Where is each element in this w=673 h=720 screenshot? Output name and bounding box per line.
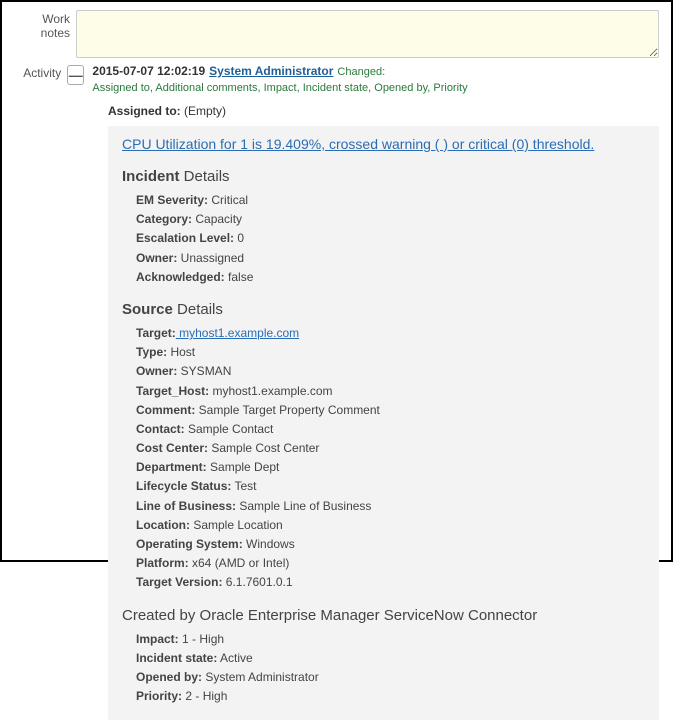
field-row: Operating System: Windows — [136, 535, 645, 554]
field-value: Windows — [243, 537, 295, 551]
source-details-title: Source Details — [122, 301, 645, 318]
field-name: Type: — [136, 345, 167, 359]
source-fields: Target: myhost1.example.comType: HostOwn… — [122, 324, 645, 593]
field-name: Contact: — [136, 422, 185, 436]
field-name: Location: — [136, 518, 190, 532]
field-value: myhost1.example.com — [209, 384, 332, 398]
changed-label: Changed: — [337, 66, 385, 78]
field-value: Sample Contact — [185, 422, 274, 436]
incident-headline-link[interactable]: CPU Utilization for 1 is 19.409%, crosse… — [122, 136, 594, 152]
field-name: Lifecycle Status: — [136, 479, 231, 493]
field-value: Sample Cost Center — [208, 441, 319, 455]
activity-timestamp: 2015-07-07 12:02:19 — [92, 64, 205, 78]
field-value: 2 - High — [182, 689, 227, 703]
field-value: Sample Dept — [207, 460, 280, 474]
field-row: Owner: SYSMAN — [136, 362, 645, 381]
field-row: Platform: x64 (AMD or Intel) — [136, 554, 645, 573]
field-value: false — [225, 270, 254, 284]
field-name: Impact: — [136, 632, 179, 646]
field-row: Contact: Sample Contact — [136, 420, 645, 439]
field-row: Priority: 2 - High — [136, 687, 645, 706]
field-name: Target_Host: — [136, 384, 209, 398]
incident-fields: EM Severity: CriticalCategory: CapacityE… — [122, 191, 645, 287]
field-row: Acknowledged: false — [136, 268, 645, 287]
activity-collapse-button[interactable]: — — [67, 65, 84, 85]
field-value: 1 - High — [179, 632, 224, 646]
field-row: Owner: Unassigned — [136, 249, 645, 268]
field-name: Escalation Level: — [136, 231, 234, 245]
field-value: 0 — [234, 231, 244, 245]
field-row: Comment: Sample Target Property Comment — [136, 401, 645, 420]
field-name: Category: — [136, 212, 192, 226]
incident-details-title: Incident Details — [122, 168, 645, 185]
work-notes-row: Work notes — [14, 10, 659, 58]
field-row: Escalation Level: 0 — [136, 229, 645, 248]
field-name: Target: — [136, 326, 176, 340]
activity-header: 2015-07-07 12:02:19 System Administrator… — [92, 64, 659, 94]
field-name: Cost Center: — [136, 441, 208, 455]
field-row: Lifecycle Status: Test — [136, 477, 645, 496]
field-name: Platform: — [136, 556, 189, 570]
field-value: 6.1.7601.0.1 — [222, 575, 292, 589]
field-name: Incident state: — [136, 651, 217, 665]
field-value: Test — [231, 479, 256, 493]
field-name: Priority: — [136, 689, 182, 703]
field-row: Line of Business: Sample Line of Busines… — [136, 497, 645, 516]
field-row: Impact: 1 - High — [136, 630, 645, 649]
field-name: Owner: — [136, 364, 177, 378]
field-name: Target Version: — [136, 575, 222, 589]
field-name: EM Severity: — [136, 193, 208, 207]
activity-label: Activity — [14, 64, 67, 80]
field-row: EM Severity: Critical — [136, 191, 645, 210]
created-by-title: Created by Oracle Enterprise Manager Ser… — [122, 607, 645, 624]
field-value: Sample Target Property Comment — [195, 403, 380, 417]
field-name: Opened by: — [136, 670, 202, 684]
field-value: Sample Line of Business — [236, 499, 371, 513]
field-name: Operating System: — [136, 537, 243, 551]
field-row: Cost Center: Sample Cost Center — [136, 439, 645, 458]
field-name: Owner: — [136, 251, 177, 265]
field-value: Critical — [208, 193, 248, 207]
changed-fields: Assigned to, Additional comments, Impact… — [92, 82, 467, 94]
field-value: System Administrator — [202, 670, 319, 684]
field-name: Department: — [136, 460, 207, 474]
field-value: x64 (AMD or Intel) — [189, 556, 290, 570]
field-row: Target: myhost1.example.com — [136, 324, 645, 343]
activity-user-link[interactable]: System Administrator — [209, 64, 333, 78]
field-value: Capacity — [192, 212, 242, 226]
field-value-link[interactable]: myhost1.example.com — [176, 326, 299, 340]
field-name: Acknowledged: — [136, 270, 225, 284]
field-row: Target Version: 6.1.7601.0.1 — [136, 573, 645, 592]
field-name: Comment: — [136, 403, 195, 417]
assigned-to-row: Assigned to: (Empty) — [108, 104, 659, 118]
work-notes-input[interactable] — [76, 10, 659, 58]
field-name: Line of Business: — [136, 499, 236, 513]
status-fields: Impact: 1 - HighIncident state: ActiveOp… — [122, 630, 645, 707]
assigned-to-label: Assigned to: — [108, 104, 181, 118]
activity-row: Activity — 2015-07-07 12:02:19 System Ad… — [14, 64, 659, 94]
field-row: Target_Host: myhost1.example.com — [136, 382, 645, 401]
field-value: Sample Location — [190, 518, 283, 532]
detail-panel: CPU Utilization for 1 is 19.409%, crosse… — [108, 126, 659, 720]
field-value: Active — [217, 651, 252, 665]
field-value: SYSMAN — [177, 364, 231, 378]
field-value: Unassigned — [177, 251, 244, 265]
field-row: Incident state: Active — [136, 649, 645, 668]
field-row: Opened by: System Administrator — [136, 668, 645, 687]
field-row: Location: Sample Location — [136, 516, 645, 535]
field-row: Department: Sample Dept — [136, 458, 645, 477]
field-row: Type: Host — [136, 343, 645, 362]
assigned-to-value: (Empty) — [184, 104, 226, 118]
field-row: Category: Capacity — [136, 210, 645, 229]
work-notes-label: Work notes — [14, 10, 76, 40]
field-value: Host — [167, 345, 195, 359]
